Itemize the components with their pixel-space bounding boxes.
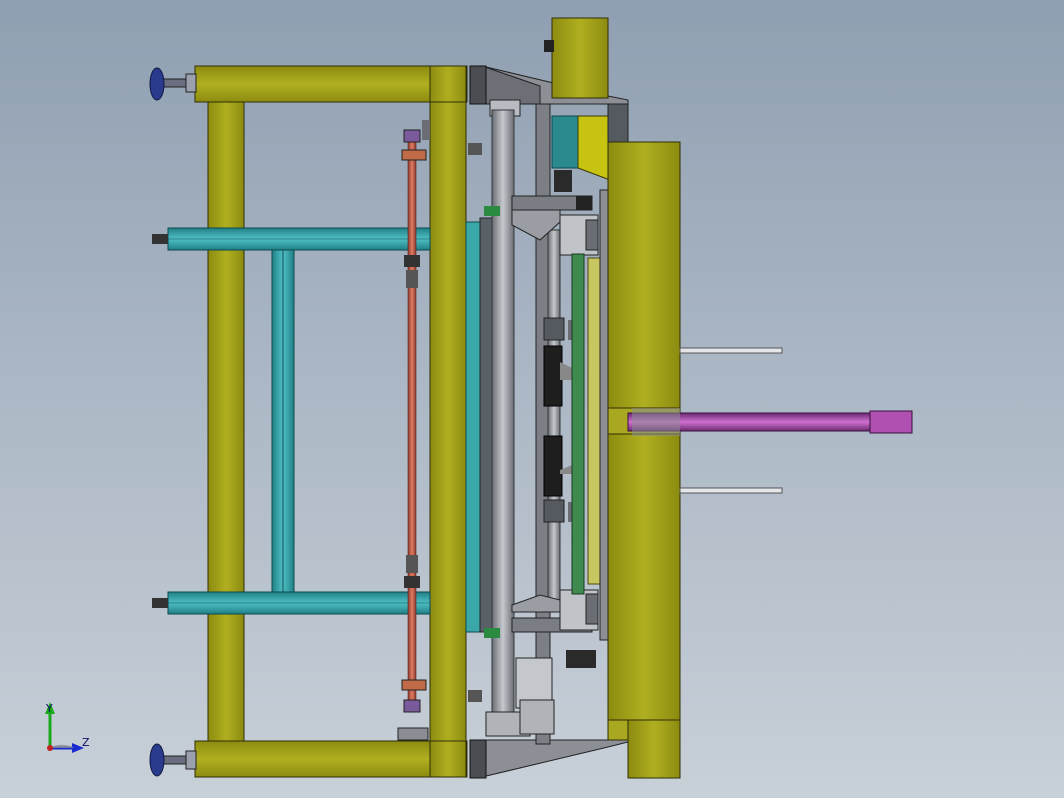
teal-beam-end-caps	[152, 234, 168, 608]
machine-drawing: Y Z	[45, 17, 913, 779]
ejector-pin-top	[679, 347, 783, 354]
coordinate-triad: Y Z	[45, 702, 90, 753]
mold-plate	[607, 141, 681, 779]
magenta-push-rod	[627, 408, 913, 436]
ejector-pin-bottom	[679, 487, 783, 494]
red-drive-shaft	[397, 129, 429, 741]
cad-viewport[interactable]: Y Z	[0, 0, 1064, 798]
teal-frame	[167, 227, 431, 615]
leveling-foot-bottom	[149, 743, 197, 777]
green-guide-rail	[571, 253, 585, 595]
support-plate-teal	[465, 217, 495, 633]
yellow-carriage	[587, 189, 611, 641]
leveling-foot-top	[149, 67, 197, 101]
bottom-bracket	[469, 739, 629, 779]
triad-z-label: Z	[82, 736, 90, 749]
triad-y-label: Y	[45, 702, 53, 715]
outer-frame	[194, 65, 468, 778]
